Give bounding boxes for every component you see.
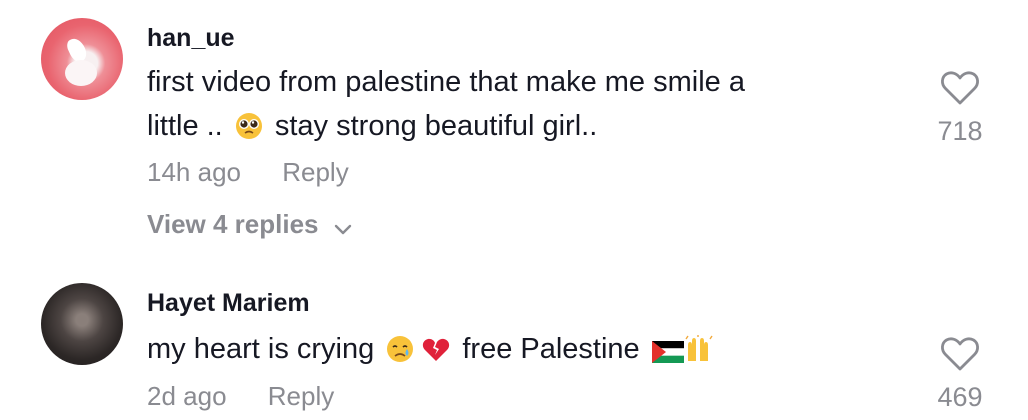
chevron-down-icon (334, 224, 351, 235)
comment-text-mid: free Palestine (462, 333, 640, 365)
username[interactable]: han_ue (147, 24, 235, 53)
view-replies-button[interactable]: View 4 replies (147, 209, 352, 240)
view-replies-label: View 4 replies (147, 209, 319, 239)
broken-heart-icon (422, 332, 450, 376)
comment-text-line: little .. (147, 110, 223, 142)
avatar[interactable] (41, 18, 123, 100)
comment-meta: 2d ago Reply (147, 381, 334, 412)
timestamp: 14h ago (147, 157, 241, 187)
comment-meta: 14h ago Reply (147, 157, 349, 188)
reply-button[interactable]: Reply (268, 381, 334, 411)
avatar[interactable] (41, 283, 123, 365)
comment-text-line: my heart is crying (147, 333, 375, 365)
like-count: 718 (937, 116, 983, 146)
like-count: 469 (937, 382, 983, 412)
comment-text-line: stay strong beautiful girl.. (274, 110, 598, 142)
comment-text-line: first video from palestine that make me … (147, 66, 745, 98)
comment-text: first video from palestine that make me … (147, 60, 867, 153)
raising-hands-icon (684, 332, 714, 376)
like-button[interactable]: 718 (920, 70, 1000, 147)
like-button[interactable]: 469 (920, 336, 1000, 413)
pleading-face-icon (235, 109, 263, 153)
comment-item: han_ue first video from palestine that m… (0, 0, 1028, 250)
comment-text: my heart is crying free Palestine (147, 327, 867, 376)
comment-item: Hayet Mariem my heart is crying free Pal… (0, 272, 1028, 420)
heart-icon (941, 71, 979, 105)
username[interactable]: Hayet Mariem (147, 289, 310, 318)
reply-button[interactable]: Reply (282, 157, 348, 187)
palestine-flag-icon (651, 332, 684, 376)
timestamp: 2d ago (147, 381, 227, 411)
crying-face-icon (386, 332, 414, 376)
heart-icon (941, 337, 979, 371)
